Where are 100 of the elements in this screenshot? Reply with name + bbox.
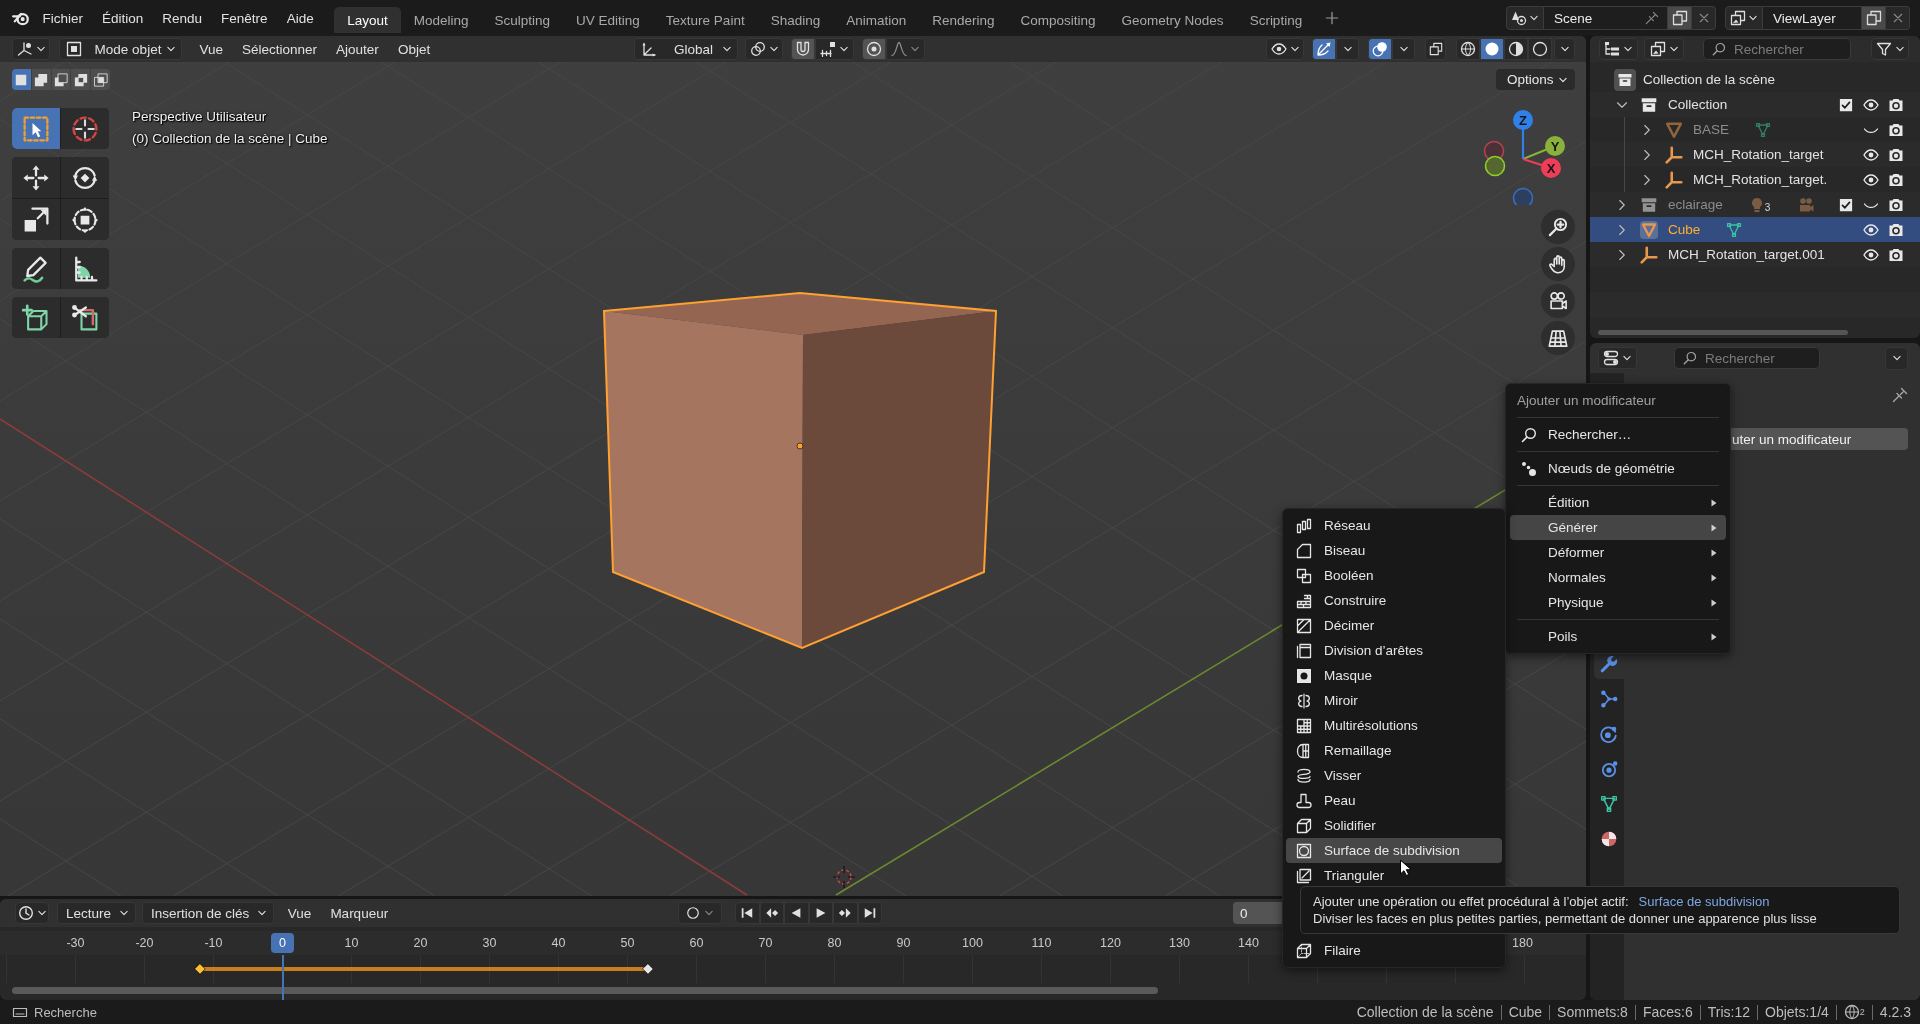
chevron-right-icon[interactable]: [1641, 148, 1653, 161]
eye-icon[interactable]: [1863, 171, 1879, 188]
eye-icon[interactable]: [1863, 221, 1879, 238]
editor-type-button[interactable]: [12, 38, 50, 60]
render-camera-icon[interactable]: [1888, 121, 1904, 138]
axis-handle[interactable]: X: [1522, 157, 1561, 178]
tool-button[interactable]: [61, 199, 109, 240]
shading-mode-button[interactable]: [1528, 38, 1552, 60]
menu-item[interactable]: Réseau: [1286, 513, 1502, 538]
unlink-scene-button[interactable]: [1692, 6, 1716, 30]
chevron-right-icon[interactable]: [1641, 173, 1653, 186]
menu-item[interactable]: Remaillage: [1286, 738, 1502, 763]
jump-end-button[interactable]: [857, 902, 882, 924]
shading-dropdown[interactable]: [1554, 38, 1575, 60]
axis-handle[interactable]: Z: [1513, 110, 1533, 159]
scene-name-field[interactable]: Scene: [1544, 6, 1668, 30]
previous-keyframe-button[interactable]: [759, 902, 784, 924]
workspace-tab[interactable]: UV Editing: [563, 7, 653, 33]
keyframe-icon[interactable]: [194, 963, 206, 975]
tool-button[interactable]: [12, 199, 60, 240]
overlays-toggle[interactable]: [1368, 38, 1392, 60]
chevron-right-icon[interactable]: [1616, 223, 1628, 236]
shading-mode-button[interactable]: [1456, 38, 1480, 60]
menu-item[interactable]: Objet: [388, 38, 440, 60]
xray-toggle[interactable]: [1425, 38, 1446, 60]
pin-icon[interactable]: [1892, 387, 1908, 403]
menu-item[interactable]: Multirésolutions: [1286, 713, 1502, 738]
menu-item[interactable]: Vue: [278, 902, 321, 924]
render-camera-icon[interactable]: [1888, 171, 1904, 188]
current-frame-field[interactable]: 0: [1233, 902, 1282, 924]
globe-icon[interactable]: [1843, 1004, 1860, 1020]
new-scene-button[interactable]: [1668, 6, 1692, 30]
menu-item[interactable]: Poils: [1510, 624, 1726, 649]
view-layer-browse-button[interactable]: [1725, 6, 1763, 30]
axis-handle[interactable]: [1512, 187, 1534, 205]
play-reverse-button[interactable]: [784, 902, 809, 924]
current-frame-marker[interactable]: 0: [271, 933, 294, 953]
jump-start-button[interactable]: [735, 902, 760, 924]
workspace-tab[interactable]: Texture Paint: [652, 7, 758, 33]
menu-item[interactable]: Édition: [92, 6, 153, 30]
tool-button[interactable]: [61, 248, 109, 289]
render-camera-icon[interactable]: [1888, 221, 1904, 238]
menu-item[interactable]: Générer: [1510, 515, 1726, 540]
tool-button[interactable]: [61, 157, 109, 198]
outliner-row[interactable]: Cube: [1590, 217, 1920, 242]
chevron-right-icon[interactable]: [1641, 123, 1653, 136]
pan-button[interactable]: [1541, 247, 1575, 281]
menu-dropdown[interactable]: Insertion de clés: [142, 902, 275, 924]
tool-button[interactable]: [12, 248, 60, 289]
new-view-layer-button[interactable]: [1862, 6, 1886, 30]
scrollbar[interactable]: [1598, 330, 1848, 335]
play-button[interactable]: [808, 902, 833, 924]
snap-target-dropdown[interactable]: [815, 38, 854, 60]
orientation-dropdown[interactable]: Global: [634, 38, 738, 60]
menu-item[interactable]: Vue: [190, 38, 233, 60]
menu-item[interactable]: Aide: [277, 6, 324, 30]
eye-icon[interactable]: [1863, 146, 1879, 163]
eye-icon[interactable]: [1863, 246, 1879, 263]
proportional-edit-toggle[interactable]: [862, 38, 886, 60]
axis-handle[interactable]: Y: [1522, 136, 1565, 160]
filter-dropdown[interactable]: [1871, 38, 1909, 60]
zoom-button[interactable]: [1541, 210, 1575, 244]
menu-item[interactable]: Fichier: [33, 6, 93, 30]
shading-mode-button[interactable]: [1504, 38, 1528, 60]
editor-type-button[interactable]: [1599, 38, 1638, 60]
menu-item[interactable]: Normales: [1510, 565, 1726, 590]
menu-item[interactable]: Déformer: [1510, 540, 1726, 565]
overlays-dropdown[interactable]: [1392, 38, 1415, 60]
menu-item[interactable]: Fenêtre: [211, 6, 278, 30]
tool-button[interactable]: [12, 297, 60, 338]
axis-handle[interactable]: [1484, 155, 1506, 177]
menu-item[interactable]: Nœuds de géométrie: [1510, 456, 1726, 481]
menu-item[interactable]: Construire: [1286, 588, 1502, 613]
menu-item[interactable]: Solidifier: [1286, 813, 1502, 838]
keyframe-icon[interactable]: [642, 963, 654, 975]
menu-item[interactable]: Peau: [1286, 788, 1502, 813]
next-keyframe-button[interactable]: [833, 902, 858, 924]
mode-dropdown[interactable]: Mode objet: [59, 38, 182, 60]
falloff-dropdown[interactable]: [886, 38, 925, 60]
select-mode-button[interactable]: [91, 69, 110, 90]
options-dropdown[interactable]: Options: [1496, 69, 1575, 90]
menu-item[interactable]: Édition: [1510, 490, 1726, 515]
select-mode-button[interactable]: [71, 69, 91, 90]
editor-type-button[interactable]: [1598, 347, 1637, 369]
tool-button[interactable]: [12, 157, 60, 198]
menu-item[interactable]: Physique: [1510, 590, 1726, 615]
menu-item[interactable]: Booléen: [1286, 563, 1502, 588]
menu-item[interactable]: Rechercher…: [1510, 422, 1726, 447]
remove-view-layer-button[interactable]: [1886, 6, 1910, 30]
menu-item[interactable]: Division d’arêtes: [1286, 638, 1502, 663]
workspace-tab[interactable]: Rendering: [919, 7, 1008, 33]
workspace-tab[interactable]: Shading: [757, 7, 834, 33]
scrollbar[interactable]: [12, 987, 1158, 994]
perspective-toggle-button[interactable]: [1541, 321, 1575, 355]
chevron-right-icon[interactable]: [1616, 198, 1628, 211]
display-mode-dropdown[interactable]: [1644, 38, 1684, 60]
render-camera-icon[interactable]: [1888, 146, 1904, 163]
menu-item[interactable]: Décimer: [1286, 613, 1502, 638]
camera-view-button[interactable]: [1541, 284, 1575, 318]
shading-mode-button[interactable]: [1480, 38, 1504, 60]
